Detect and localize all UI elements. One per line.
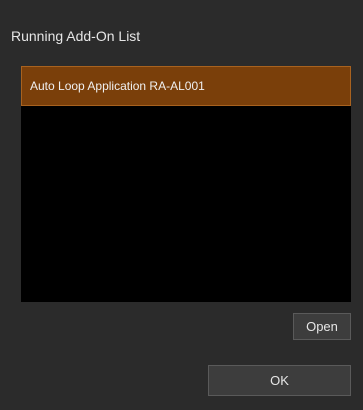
running-add-on-list-dialog: Running Add-On List Auto Loop Applicatio… — [0, 0, 363, 410]
dialog-title: Running Add-On List — [11, 28, 141, 44]
open-button[interactable]: Open — [293, 313, 351, 340]
add-on-list[interactable]: Auto Loop Application RA-AL001 — [21, 66, 351, 302]
list-item-label: Auto Loop Application RA-AL001 — [30, 79, 205, 93]
ok-button[interactable]: OK — [208, 365, 351, 396]
list-item-selected[interactable]: Auto Loop Application RA-AL001 — [21, 66, 351, 106]
